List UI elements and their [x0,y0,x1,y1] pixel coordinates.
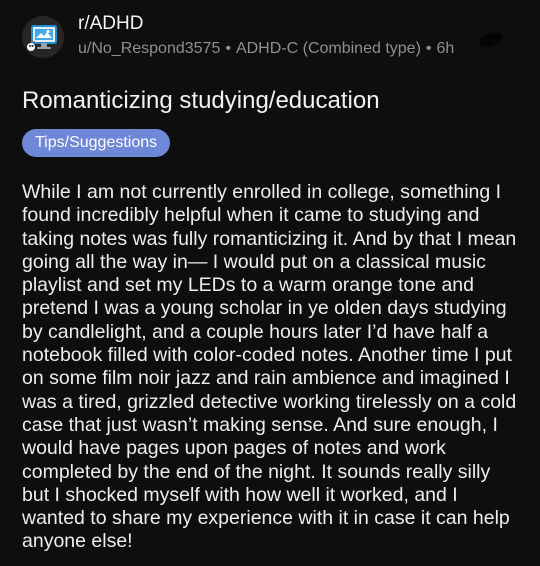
post-card: r/ADHD u/No_Respond3575 • ADHD-C (Combined… [0,0,540,566]
post-byline: u/No_Respond3575 • ADHD-C (Combined type) •… [78,39,518,59]
author-flair: ADHD-C (Combined type) [235,40,421,57]
post-meta: r/ADHD u/No_Respond3575 • ADHD-C (Combined… [78,12,518,59]
author-username[interactable]: u/No_Respond3575 [78,40,220,57]
post-body: While I am not currently enrolled in col… [22,181,517,553]
subreddit-avatar-icon[interactable] [22,16,64,58]
post-flair-badge[interactable]: Tips/Suggestions [22,129,171,157]
post-age: 6h [436,40,455,57]
subreddit-name[interactable]: r/ADHD [78,12,518,36]
more-options-icon[interactable] [478,32,504,48]
post-header: r/ADHD u/No_Respond3575 • ADHD-C (Combined… [22,12,522,60]
meta-separator: • [425,40,432,57]
post-title[interactable]: Romanticizing studying/education [22,86,522,116]
meta-separator: • [225,40,231,57]
